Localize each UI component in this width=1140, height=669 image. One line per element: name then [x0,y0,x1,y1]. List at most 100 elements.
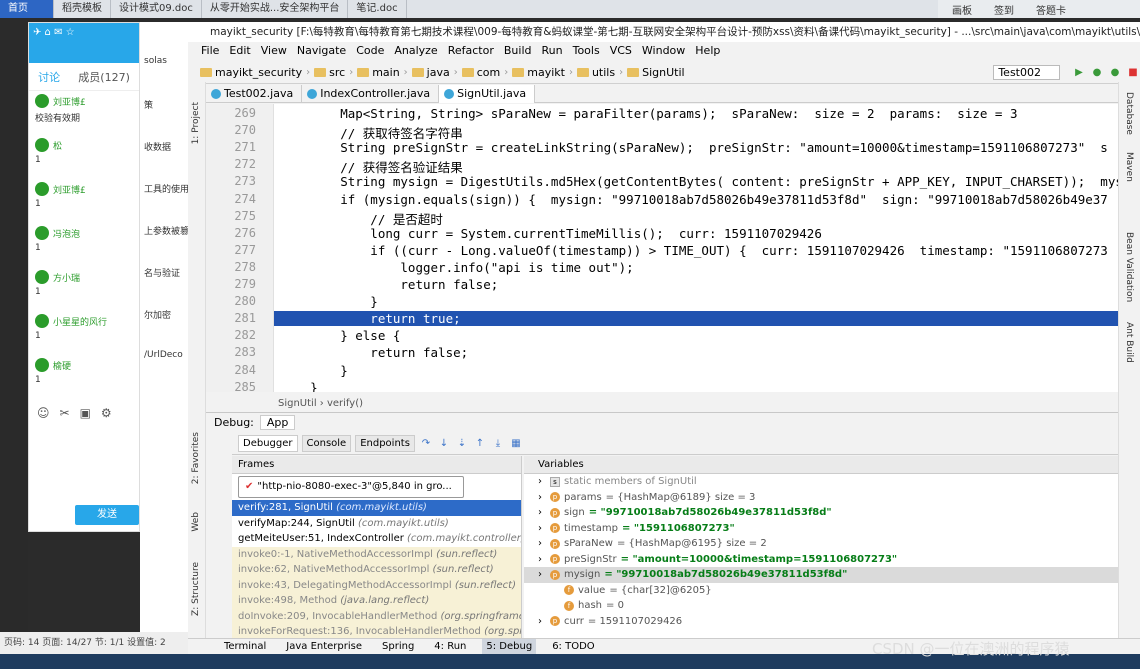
menu-item[interactable]: Window [637,42,690,60]
variable-row[interactable]: › p sign = "99710018ab7d58026b49e37811d53f8… [524,505,1118,521]
code-line[interactable]: return false; [280,277,498,292]
expand-icon[interactable]: › [538,474,546,490]
send-button[interactable]: 发送 [75,505,139,525]
frame-row[interactable]: verifyMap:244, SignUtil (com.mayikt.util… [232,516,521,532]
frame-row[interactable]: invoke:62, NativeMethodAccessorImpl (sun… [232,562,521,578]
variable-row[interactable]: f value = {char[32]@6205} [524,583,1118,599]
menu-item[interactable]: View [256,42,292,60]
run-to-cursor-icon[interactable]: ⤓ [491,437,505,451]
variable-row[interactable]: › p params = {HashMap@6189} size = 3 [524,490,1118,506]
thread-selector[interactable]: ✔ "http-nio-8080-exec-3"@5,840 in gro... [238,476,464,498]
scissors-icon[interactable]: ✂ [60,406,70,420]
variable-row[interactable]: › p preSignStr = "amount=10000&timestamp=15… [524,552,1118,568]
tool-tab[interactable]: Terminal [220,639,270,654]
tool-tab[interactable]: 4: Run [430,639,470,654]
debug-config-tab[interactable]: App [259,415,296,430]
force-step-into-icon[interactable]: ⇣ [455,437,469,451]
frame-row[interactable]: verify:281, SignUtil (com.mayikt.utils) [232,500,521,516]
doc-tab[interactable]: 首页 [0,0,54,18]
coverage-icon[interactable]: ● [1108,66,1122,80]
tool-window-tab[interactable]: Maven [1124,152,1134,182]
breadcrumb-item[interactable]: com [461,66,500,79]
tool-window-tab[interactable]: Z: Structure [191,562,201,616]
doc-tab[interactable]: 稻壳模板 [54,0,111,18]
menu-item[interactable]: Analyze [389,42,442,60]
variable-row[interactable]: › s static members of SignUtil [524,474,1118,490]
step-into-icon[interactable]: ↓ [437,437,451,451]
expand-icon[interactable]: › [538,536,546,552]
tool-window-tab[interactable]: 1: Project [191,102,201,144]
editor-tab[interactable]: SignUtil.java [439,85,536,103]
tool-tab[interactable]: 6: TODO [548,639,598,654]
code-line[interactable]: logger.info("api is time out"); [280,260,633,275]
doc-tab[interactable]: 笔记.doc [348,0,407,18]
settings-icon[interactable]: ⚙ [101,406,112,420]
menu-item[interactable]: File [196,42,224,60]
code-line[interactable]: } else { [280,328,400,343]
strip-item[interactable]: 答题卡 [1036,2,1066,17]
code-line[interactable]: String preSignStr = createLinkString(sPa… [280,140,1108,155]
run-icon[interactable]: ▶ [1072,66,1086,80]
variable-row[interactable]: › p curr = 1591107029426 [524,614,1118,630]
menu-item[interactable]: Refactor [443,42,499,60]
frame-row[interactable]: doInvoke:209, InvocableHandlerMethod (or… [232,608,521,624]
evaluate-icon[interactable]: ▦ [509,437,523,451]
chat-tab-members[interactable]: 成员(127) [78,69,130,85]
tool-window-tab[interactable]: Database [1124,92,1134,135]
tab-endpoints[interactable]: Endpoints [355,435,415,452]
expand-icon[interactable]: › [538,505,546,521]
menu-item[interactable]: Tools [568,42,605,60]
stop-icon[interactable]: ■ [1126,66,1140,80]
image-icon[interactable]: ▣ [80,406,91,420]
tab-debugger[interactable]: Debugger [238,435,298,452]
strip-item[interactable]: 画板 [952,2,972,17]
tool-window-tab[interactable]: Bean Validation [1124,232,1134,302]
variable-row[interactable]: f hash = 0 [524,598,1118,614]
menu-item[interactable]: Build [499,42,537,60]
menu-item[interactable]: VCS [605,42,637,60]
frame-row[interactable]: invoke:498, Method (java.lang.reflect) [232,593,521,609]
breadcrumb-item[interactable]: mayikt [512,66,565,79]
menu-item[interactable]: Navigate [292,42,351,60]
editor-tab[interactable]: IndexController.java [302,85,440,103]
step-over-icon[interactable]: ↷ [419,437,433,451]
code-line[interactable]: long curr = System.currentTimeMillis(); … [280,226,822,241]
tool-tab[interactable]: 5: Debug [482,639,537,654]
expand-icon[interactable]: › [538,614,546,630]
variable-row[interactable]: › p mysign = "99710018ab7d58026b49e37811d53… [524,567,1118,583]
breadcrumb-item[interactable]: java [411,66,450,79]
frame-row[interactable]: getMeiteUser:51, IndexController (com.ma… [232,531,521,547]
code-line[interactable]: String mysign = DigestUtils.md5Hex(getCo… [280,174,1118,189]
variable-row[interactable]: › p timestamp = "1591106807273" [524,521,1118,537]
expand-icon[interactable]: › [538,552,546,568]
menu-item[interactable]: Code [351,42,389,60]
tool-tab[interactable]: Spring [378,639,418,654]
code-line[interactable]: return false; [280,345,468,360]
tool-window-tab[interactable]: 2: Favorites [191,432,201,484]
expand-icon[interactable]: › [538,490,546,506]
tab-console[interactable]: Console [301,435,352,452]
code-line[interactable]: if ((curr - Long.valueOf(timestamp)) > T… [280,243,1108,258]
breadcrumb-item[interactable]: main [357,66,400,79]
breadcrumb-item[interactable]: SignUtil [627,66,685,79]
code-line[interactable]: Map<String, String> sParaNew = paraFilte… [280,106,1017,121]
doc-tab[interactable]: 设计模式09.doc [111,0,202,18]
code-line[interactable]: } [280,363,348,378]
expand-icon[interactable]: › [538,567,546,583]
step-out-icon[interactable]: ↑ [473,437,487,451]
tool-window-tab[interactable]: Ant Build [1124,322,1134,363]
run-config-select[interactable]: Test002 [993,65,1060,80]
emoji-icon[interactable]: ☺ [37,406,50,420]
expand-icon[interactable]: › [538,521,546,537]
frame-row[interactable]: invoke:43, DelegatingMethodAccessorImpl … [232,577,521,593]
breadcrumb-item[interactable]: mayikt_security [200,66,302,79]
code-line[interactable]: } [280,380,318,392]
breadcrumb-item[interactable]: utils [576,66,615,79]
editor-tab[interactable]: Test002.java [206,85,303,103]
code-line[interactable]: if (mysign.equals(sign)) { mysign: "9971… [280,192,1108,207]
tool-tab[interactable]: Java Enterprise [282,639,366,654]
code-editor[interactable]: 269 270 271 272 273 274 275 276 277 278 279 280 281 2… [206,104,1118,392]
menu-item[interactable]: Edit [224,42,255,60]
menu-item[interactable]: Run [537,42,568,60]
frame-row[interactable]: invoke0:-1, NativeMethodAccessorImpl (su… [232,546,521,562]
